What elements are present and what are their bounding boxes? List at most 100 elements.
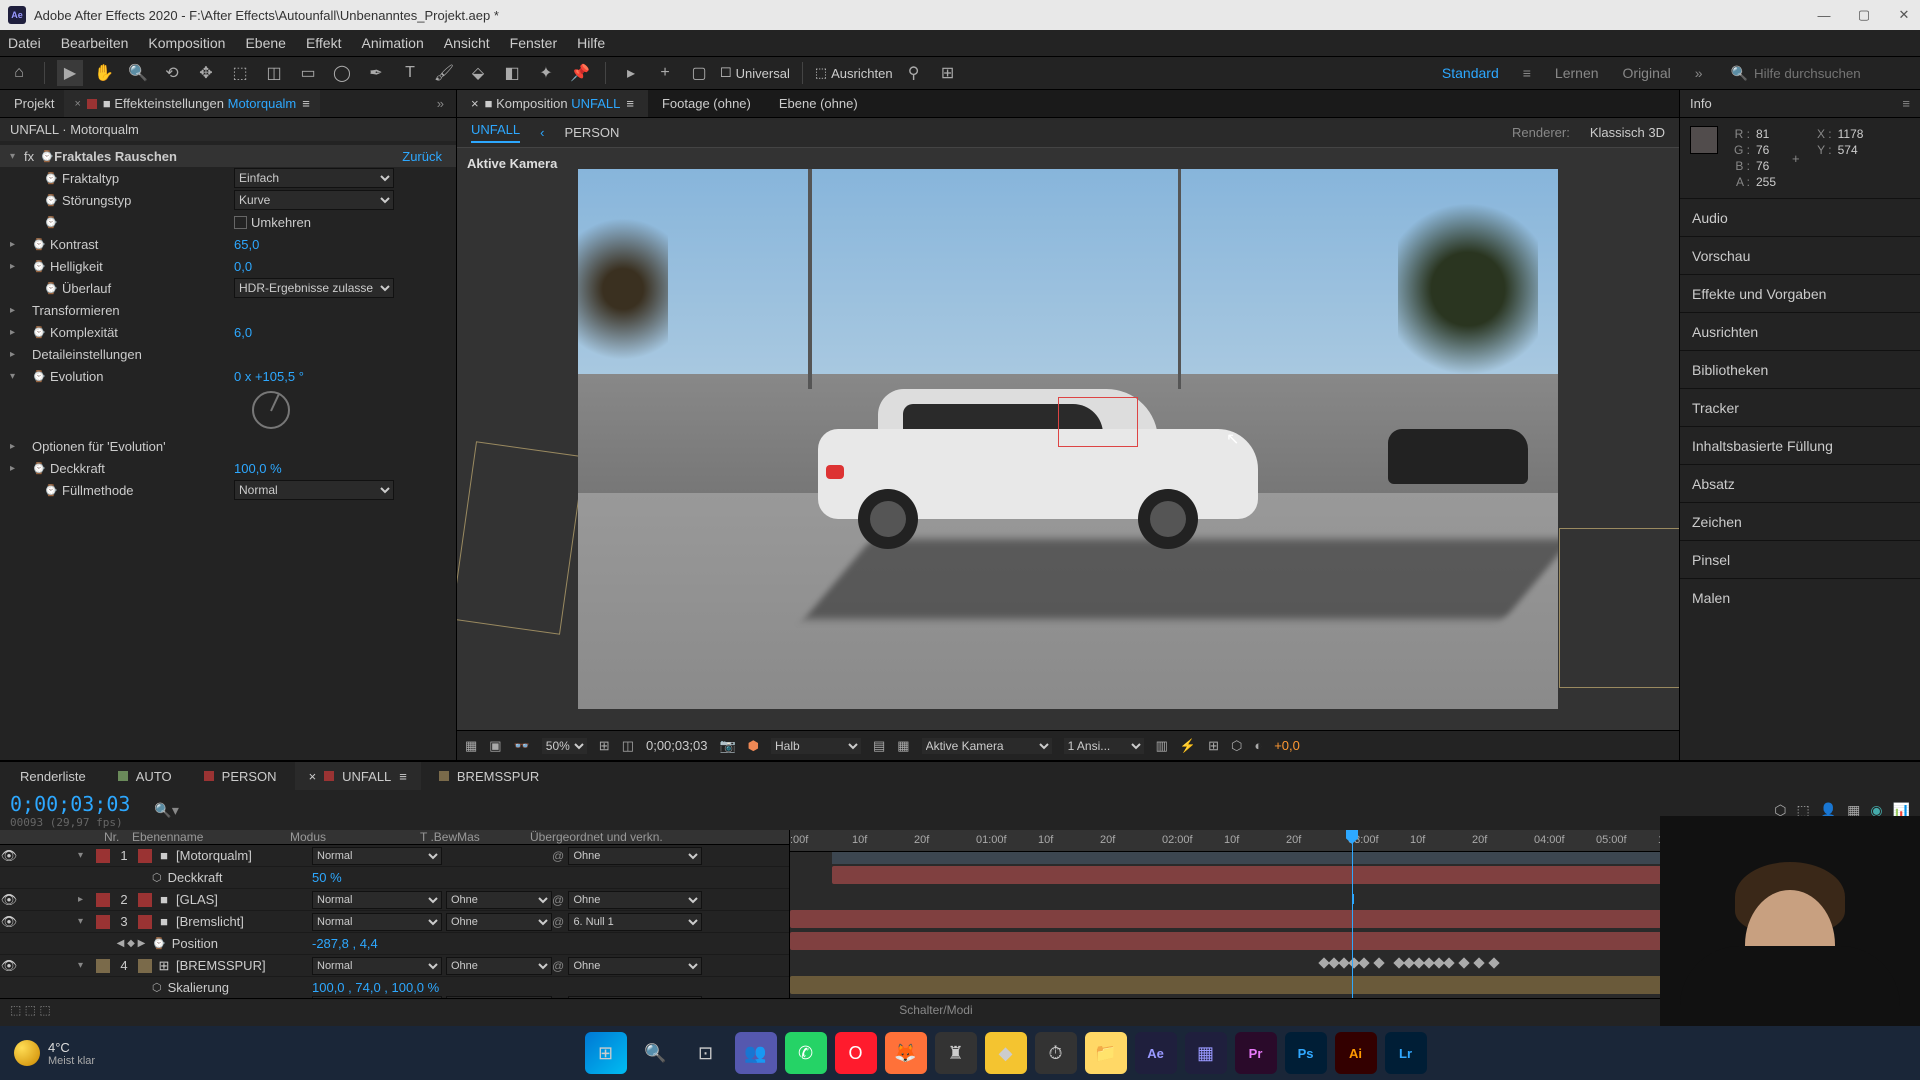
tab-auto[interactable]: AUTO <box>104 762 186 790</box>
camera-tool-icon[interactable]: ⬚ <box>227 60 253 86</box>
switches-modes-toggle[interactable]: Schalter/Modi <box>899 1003 972 1017</box>
tab-effect-controls[interactable]: × ■ Effekteinstellungen Motorqualm ≡ <box>64 90 319 117</box>
align-toggle-icon[interactable]: ⬚ <box>815 65 827 81</box>
side-panel-absatz[interactable]: Absatz <box>1680 464 1920 502</box>
side-panel-inhaltsbasierte-füllung[interactable]: Inhaltsbasierte Füllung <box>1680 426 1920 464</box>
pen-tool-icon[interactable]: ✒ <box>363 60 389 86</box>
zoom-tool-icon[interactable]: 🔍 <box>125 60 151 86</box>
guides-icon[interactable]: ▦ <box>897 738 909 754</box>
search-taskbar-icon[interactable]: 🔍 <box>635 1032 677 1074</box>
exposure-reset-icon[interactable]: ◐ <box>1254 738 1262 753</box>
evolution-dial[interactable] <box>252 391 290 429</box>
visibility-toggle[interactable]: 👁 <box>0 892 18 908</box>
tab-person[interactable]: PERSON <box>190 762 291 790</box>
transform-group[interactable]: Transformieren <box>32 303 120 318</box>
kontrast-value[interactable]: 65,0 <box>234 237 259 252</box>
effect-reset-button[interactable]: Zurück <box>402 149 442 164</box>
composition-viewer[interactable]: Aktive Kamera ↖ <box>457 148 1679 730</box>
weather-widget[interactable]: 4°CMeist klar <box>14 1040 95 1067</box>
tab-footage[interactable]: Footage (ohne) <box>648 90 765 117</box>
menu-view[interactable]: Ansicht <box>444 35 490 51</box>
ueberlauf-select[interactable]: HDR-Ergebnisse zulasse <box>234 278 394 298</box>
pixel-aspect-icon[interactable]: ▥ <box>1156 738 1168 754</box>
evolution-options-group[interactable]: Optionen für 'Evolution' <box>32 439 166 454</box>
pickwhip-icon[interactable]: @ <box>552 915 564 929</box>
property-row[interactable]: ⬡Deckkraft50 % <box>0 867 789 889</box>
stamp-tool-icon[interactable]: ⬙ <box>465 60 491 86</box>
illustrator-icon[interactable]: Ai <box>1335 1032 1377 1074</box>
brush-tool-icon[interactable]: 🖌 <box>431 60 457 86</box>
workspace-overflow-icon[interactable]: » <box>1695 65 1703 81</box>
property-row[interactable]: ◀ ◆ ▶⌚Position-287,8 , 4,4 <box>0 933 789 955</box>
flowchart-icon[interactable]: ⬡ <box>1231 738 1242 754</box>
tab-composition[interactable]: ×■ Komposition UNFALL≡ <box>457 90 648 117</box>
menu-help[interactable]: Hilfe <box>577 35 605 51</box>
col-nr[interactable]: Nr. <box>100 830 128 844</box>
task-view-icon[interactable]: ⊡ <box>685 1032 727 1074</box>
comp-nav-unfall[interactable]: UNFALL <box>471 122 520 143</box>
stoerung-select[interactable]: Kurve <box>234 190 394 210</box>
lightroom-icon[interactable]: Lr <box>1385 1032 1427 1074</box>
toggle-switches-icon[interactable]: ⬚ ⬚ ⬚ <box>10 1003 51 1017</box>
playhead[interactable] <box>1352 830 1353 998</box>
grid-icon[interactable]: ▤ <box>873 738 885 754</box>
side-panel-malen[interactable]: Malen <box>1680 578 1920 616</box>
col-track[interactable]: T .BewMas <box>416 830 526 844</box>
menu-file[interactable]: Datei <box>8 35 41 51</box>
snap-box-icon[interactable]: ▢ <box>686 60 712 86</box>
resolution-icon[interactable]: ⊞ <box>599 738 610 754</box>
puppet-tool-icon[interactable]: 📌 <box>567 60 593 86</box>
comp-nav-back-icon[interactable]: ‹ <box>540 125 544 140</box>
side-panel-effekte-und-vorgaben[interactable]: Effekte und Vorgaben <box>1680 274 1920 312</box>
tab-layer-view[interactable]: Ebene (ohne) <box>765 90 872 117</box>
premiere-icon[interactable]: Pr <box>1235 1032 1277 1074</box>
tab-close-icon[interactable]: × <box>74 98 80 110</box>
pickwhip-icon[interactable]: @ <box>552 849 564 863</box>
visibility-toggle[interactable]: 👁 <box>0 848 18 864</box>
search-icon[interactable]: 🔍 <box>1731 65 1748 82</box>
layer-search-icon[interactable]: 🔍▾ <box>154 802 178 819</box>
text-tool-icon[interactable]: T <box>397 60 423 86</box>
workspace-original[interactable]: Original <box>1623 65 1671 81</box>
umkehren-checkbox[interactable] <box>234 216 247 229</box>
app-icon[interactable]: ⏱ <box>1035 1032 1077 1074</box>
minimize-button[interactable]: — <box>1816 7 1832 23</box>
tab-unfall[interactable]: ×UNFALL≡ <box>295 762 421 790</box>
workspace-learn[interactable]: Lernen <box>1555 65 1599 81</box>
orbit-tool-icon[interactable]: ⟲ <box>159 60 185 86</box>
zoom-select[interactable]: 50% <box>542 738 587 754</box>
visibility-toggle[interactable]: 👁 <box>0 914 18 930</box>
hand-tool-icon[interactable]: ✋ <box>91 60 117 86</box>
mask-icon[interactable]: 👓 <box>514 738 530 754</box>
help-search-input[interactable] <box>1754 66 1914 81</box>
workspace-menu-icon[interactable]: ≡ <box>1523 65 1531 81</box>
explorer-icon[interactable]: 📁 <box>1085 1032 1127 1074</box>
layer-row[interactable]: 👁▸2■[GLAS]NormalOhne@Ohne <box>0 889 789 911</box>
transparency-grid-icon[interactable]: ▣ <box>489 738 501 754</box>
region-icon[interactable]: ◫ <box>622 738 634 754</box>
pickwhip-icon[interactable]: @ <box>552 959 564 973</box>
info-menu-icon[interactable]: ≡ <box>1902 96 1910 111</box>
helligkeit-value[interactable]: 0,0 <box>234 259 252 274</box>
channel-icon[interactable]: ⬢ <box>748 738 759 754</box>
detail-group[interactable]: Detaileinstellungen <box>32 347 142 362</box>
fraktaltyp-select[interactable]: Einfach <box>234 168 394 188</box>
viewer-timecode[interactable]: 0;00;03;03 <box>646 738 707 753</box>
tab-menu-icon[interactable]: ≡ <box>302 96 310 111</box>
col-name[interactable]: Ebenenname <box>128 830 286 844</box>
camera-select[interactable]: Aktive Kamera <box>922 738 1052 754</box>
fuell-select[interactable]: Normal <box>234 480 394 500</box>
menu-composition[interactable]: Komposition <box>148 35 225 51</box>
firefox-icon[interactable]: 🦊 <box>885 1032 927 1074</box>
menu-edit[interactable]: Bearbeiten <box>61 35 129 51</box>
snap-vertex-icon[interactable]: ▸ <box>618 60 644 86</box>
tab-project[interactable]: Projekt <box>4 90 64 117</box>
comp-nav-person[interactable]: PERSON <box>564 125 619 140</box>
timeline-icon[interactable]: ⊞ <box>1208 738 1219 754</box>
always-preview-icon[interactable]: ▦ <box>465 738 477 754</box>
col-mode[interactable]: Modus <box>286 830 416 844</box>
col-parent[interactable]: Übergeordnet und verkn. <box>526 830 686 844</box>
menu-animation[interactable]: Animation <box>361 35 423 51</box>
whatsapp-icon[interactable]: ✆ <box>785 1032 827 1074</box>
exposure-value[interactable]: +0,0 <box>1274 738 1300 753</box>
